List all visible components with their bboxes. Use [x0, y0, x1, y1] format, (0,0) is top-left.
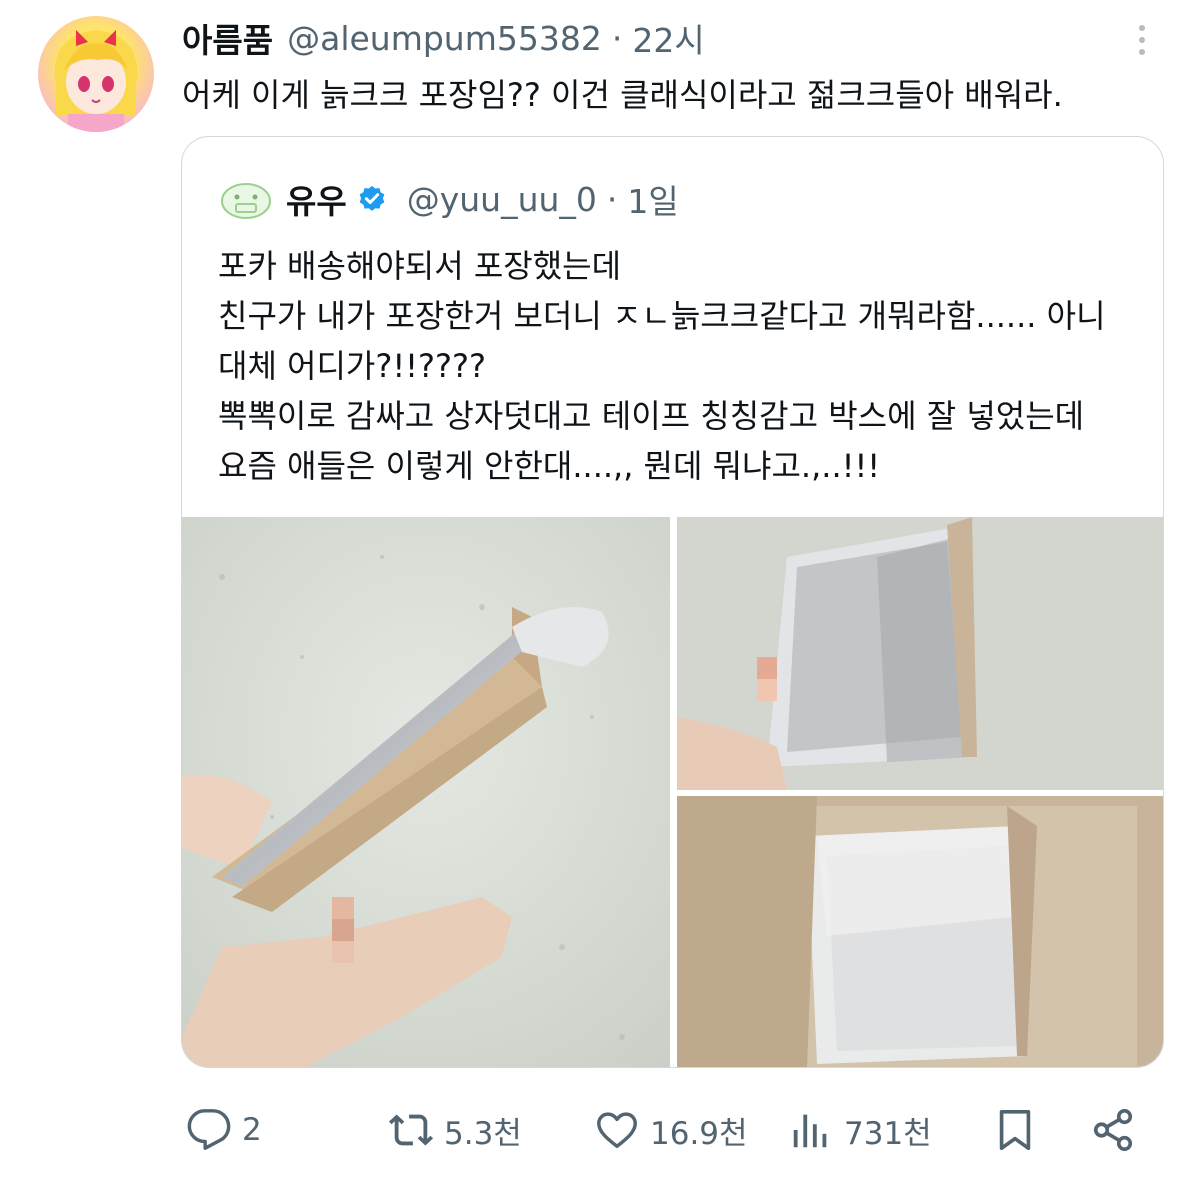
- quoted-display-name[interactable]: 유우: [286, 175, 347, 223]
- more-icon[interactable]: [1126, 18, 1158, 62]
- views-icon: [793, 1114, 827, 1148]
- tweet-header: 아름품 @aleumpum55382 · 22시: [182, 14, 705, 62]
- action-bar: 2 5.3천 16.9천 731천: [0, 1095, 1200, 1165]
- reply-count: 2: [242, 1112, 262, 1148]
- share-icon: [1093, 1109, 1133, 1151]
- like-button[interactable]: 16.9천: [594, 1105, 748, 1155]
- quoted-text-line: 포카 배송해야되서 포장했는데: [218, 247, 622, 285]
- quoted-tweet[interactable]: 유우 @yuu_uu_0 · 1일 포카 배송해야되서 포장했는데 친구가 내가…: [181, 136, 1164, 1068]
- timestamp[interactable]: 22시: [632, 14, 704, 62]
- quoted-avatar[interactable]: [218, 177, 274, 221]
- retweet-count: 5.3천: [444, 1115, 522, 1152]
- display-name[interactable]: 아름품: [182, 14, 273, 62]
- photo-grid: [182, 517, 1163, 1067]
- photo-3[interactable]: [677, 796, 1163, 1067]
- like-count: 16.9천: [650, 1115, 748, 1152]
- like-icon: [597, 1112, 637, 1149]
- quoted-header: 유우 @yuu_uu_0 · 1일: [218, 177, 679, 221]
- quoted-user-handle[interactable]: @yuu_uu_0: [407, 180, 597, 219]
- quoted-text: 포카 배송해야되서 포장했는데 친구가 내가 포장한거 보더니 ㅈㄴ늙크크같다고…: [218, 241, 1106, 491]
- tweet-text: 어케 이게 늙크크 포장임?? 이건 클래식이라고 젊크크들아 배워라.: [182, 76, 1063, 114]
- retweet-icon: [388, 1114, 434, 1146]
- bookmark-icon: [999, 1109, 1031, 1151]
- bookmark-button[interactable]: [992, 1105, 1038, 1155]
- photo-2[interactable]: [677, 517, 1163, 790]
- user-handle[interactable]: @aleumpum55382: [287, 19, 602, 58]
- quoted-text-line: 친구가 내가 포장한거 보더니 ㅈㄴ늙크크같다고 개뭐라함...... 아니: [218, 297, 1106, 335]
- reply-button[interactable]: 2: [186, 1105, 262, 1155]
- views-button[interactable]: 731천: [788, 1105, 932, 1155]
- verified-icon: [359, 185, 385, 211]
- quoted-text-line: 요즘 애들은 이렇게 안한대....,, 뭔데 뭐냐고.,..!!!: [218, 447, 881, 485]
- quoted-separator-dot: ·: [606, 179, 618, 219]
- avatar-image: [54, 30, 138, 132]
- quoted-timestamp[interactable]: 1일: [627, 175, 678, 223]
- separator-dot: ·: [611, 18, 623, 58]
- photo-1[interactable]: [182, 517, 670, 1067]
- retweet-button[interactable]: 5.3천: [388, 1105, 522, 1155]
- avatar[interactable]: [38, 16, 154, 132]
- views-count: 731천: [844, 1115, 932, 1152]
- share-button[interactable]: [1090, 1105, 1136, 1155]
- quoted-text-line: 대체 어디가?!!????: [218, 347, 486, 385]
- reply-icon: [187, 1109, 231, 1150]
- quoted-text-line: 뽁뽁이로 감싸고 상자덧대고 테이프 칭칭감고 박스에 잘 넣었는데: [218, 397, 1085, 435]
